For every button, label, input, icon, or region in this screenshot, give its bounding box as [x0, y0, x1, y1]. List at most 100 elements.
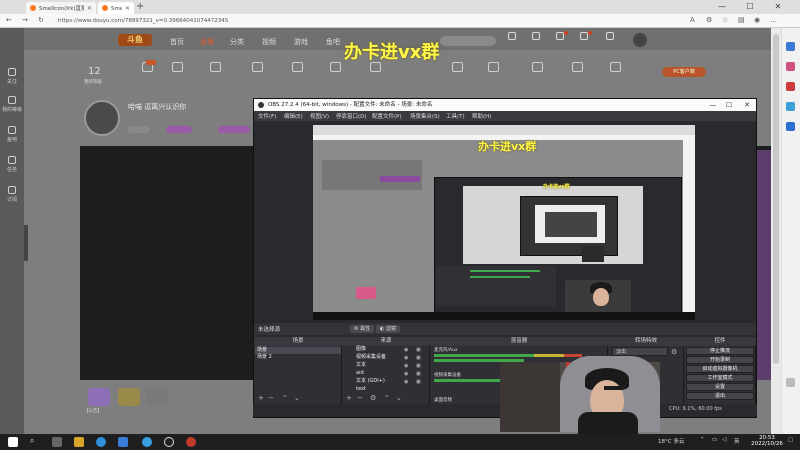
add-sidebar-icon[interactable]	[786, 378, 795, 387]
exit-button[interactable]: 退出	[686, 392, 754, 400]
recording-app-icon[interactable]	[186, 437, 196, 447]
obs-minimize-button[interactable]: —	[706, 99, 720, 111]
nav-home[interactable]: 首页	[170, 37, 184, 47]
task-view-icon[interactable]	[52, 437, 62, 447]
cat-item[interactable]	[476, 62, 510, 74]
user-avatar[interactable]	[633, 33, 647, 47]
nav-video[interactable]: 视频	[262, 37, 276, 47]
cat-item[interactable]	[280, 62, 314, 74]
profile-icon[interactable]: ◉	[754, 16, 760, 24]
streamer-avatar[interactable]	[84, 100, 120, 136]
rail-collapse-handle[interactable]	[24, 225, 28, 261]
scene-item[interactable]: 场景	[255, 347, 341, 354]
eye-icon[interactable]: ◉	[404, 363, 408, 369]
menu-docks[interactable]: 停靠窗口(D)	[336, 112, 367, 120]
start-recording-button[interactable]: 开始录制	[686, 356, 754, 364]
refresh-icon[interactable]: ↻	[38, 16, 44, 24]
studio-mode-button[interactable]: 工作室模式	[686, 374, 754, 382]
move-up-icon[interactable]: ⌃	[282, 394, 288, 402]
lock-icon[interactable]: ▣	[416, 379, 421, 385]
more-icon[interactable]: …	[770, 16, 777, 24]
eye-icon[interactable]: ◉	[404, 379, 408, 385]
rail-task[interactable]: 任务	[2, 156, 22, 173]
filters-button[interactable]: ◐ 滤镜	[376, 325, 400, 333]
browser-tab[interactable]: Smellcon(Irk)直播_热门游戏直播 ✕	[26, 2, 96, 14]
page-scrollbar[interactable]	[771, 28, 781, 434]
minimize-button[interactable]: —	[710, 0, 734, 14]
maximize-button[interactable]: ☐	[738, 0, 762, 14]
shopping-icon[interactable]	[786, 62, 795, 71]
properties-button[interactable]: ⚙ 属性	[350, 325, 375, 333]
close-tab-icon[interactable]: ✕	[87, 5, 92, 12]
extension-icon[interactable]: ⚙	[706, 16, 712, 24]
remove-scene-icon[interactable]: −	[268, 394, 274, 402]
app-icon[interactable]	[142, 437, 152, 447]
rail-follow[interactable]: 关注	[2, 68, 22, 85]
ime-indicator[interactable]: 英	[734, 437, 740, 445]
move-down-icon[interactable]: ⌄	[396, 394, 402, 402]
weather-text[interactable]: 18°C 多云	[658, 437, 684, 445]
settings-button[interactable]: 设置	[686, 383, 754, 391]
volume-icon[interactable]: ◁	[722, 437, 726, 443]
obs-taskbar-icon[interactable]	[164, 437, 174, 447]
menu-profile[interactable]: 配置文件(P)	[372, 112, 402, 120]
url-field[interactable]: https://www.douyu.com/78897321_v=0.39664…	[58, 16, 658, 26]
search-icon[interactable]	[786, 42, 795, 51]
read-aloud-icon[interactable]: A	[690, 16, 695, 24]
source-settings-icon[interactable]: ⚙	[370, 394, 376, 402]
browser-tab-active[interactable]: Smellcon(Irk)直播_热门游戏直播 ✕	[98, 2, 134, 14]
rail-level[interactable]: 我的等级	[2, 96, 22, 113]
new-tab-button[interactable]: +	[136, 1, 144, 12]
start-icon[interactable]	[8, 437, 18, 447]
add-source-icon[interactable]: +	[346, 394, 352, 402]
cat-item[interactable]	[440, 62, 474, 74]
scrollbar-thumb[interactable]	[773, 34, 779, 364]
cat-item[interactable]	[598, 62, 632, 74]
source-item[interactable]: aid	[354, 370, 418, 377]
history-icon[interactable]	[500, 32, 524, 41]
tray-overflow-icon[interactable]: ⌃	[700, 437, 705, 443]
menu-file[interactable]: 文件(F)	[258, 112, 276, 120]
cat-item[interactable]	[560, 62, 594, 74]
transition-settings-icon[interactable]: ⚙	[671, 348, 677, 356]
broadcast-icon[interactable]	[572, 31, 596, 41]
cat-item[interactable]	[160, 62, 194, 74]
obs-maximize-button[interactable]: ☐	[722, 99, 736, 111]
favorite-icon[interactable]: ☆	[722, 16, 728, 24]
rail-yuba[interactable]: 鱼吧	[2, 126, 22, 143]
close-tab-icon[interactable]: ✕	[125, 5, 130, 12]
site-search-input[interactable]	[440, 36, 496, 46]
menu-tools[interactable]: 工具(T)	[446, 112, 465, 120]
nav-yuba[interactable]: 鱼吧	[326, 37, 340, 47]
eye-icon[interactable]: ◉	[404, 355, 408, 361]
cat-item[interactable]	[520, 62, 554, 74]
network-icon[interactable]: ▭	[712, 437, 717, 443]
cat-item[interactable]	[198, 62, 232, 74]
menu-help[interactable]: 帮助(H)	[472, 112, 491, 120]
pc-client-button[interactable]: PC客户端	[662, 67, 706, 77]
scene-item[interactable]: 场景 2	[255, 354, 341, 361]
menu-view[interactable]: 视图(V)	[310, 112, 329, 120]
obs-close-button[interactable]: ✕	[740, 99, 754, 111]
nav-game[interactable]: 游戏	[294, 37, 308, 47]
add-scene-icon[interactable]: +	[258, 394, 264, 402]
source-item[interactable]: text	[354, 386, 418, 393]
follow-icon[interactable]	[524, 32, 548, 41]
taskbar-clock[interactable]: 20:53 2022/10/26	[748, 435, 786, 447]
gift-item[interactable]	[118, 388, 140, 406]
source-item[interactable]: 图像	[354, 346, 418, 353]
move-down-icon[interactable]: ⌄	[294, 394, 300, 402]
virtual-camera-button[interactable]: 启动虚拟摄像机	[686, 365, 754, 373]
eye-icon[interactable]: ◉	[404, 371, 408, 377]
outlook-icon[interactable]	[786, 122, 795, 131]
stop-streaming-button[interactable]: 停止推流	[686, 347, 754, 355]
search-icon[interactable]: ⌕	[30, 436, 34, 446]
lock-icon[interactable]: ▣	[416, 347, 421, 353]
lock-icon[interactable]: ▣	[416, 363, 421, 369]
nav-live[interactable]: 直播	[200, 37, 214, 47]
download-icon[interactable]	[598, 32, 622, 41]
games-icon[interactable]	[786, 102, 795, 111]
file-explorer-icon[interactable]	[74, 437, 84, 447]
menu-edit[interactable]: 编辑(E)	[284, 112, 303, 120]
close-window-button[interactable]: ✕	[766, 0, 790, 14]
